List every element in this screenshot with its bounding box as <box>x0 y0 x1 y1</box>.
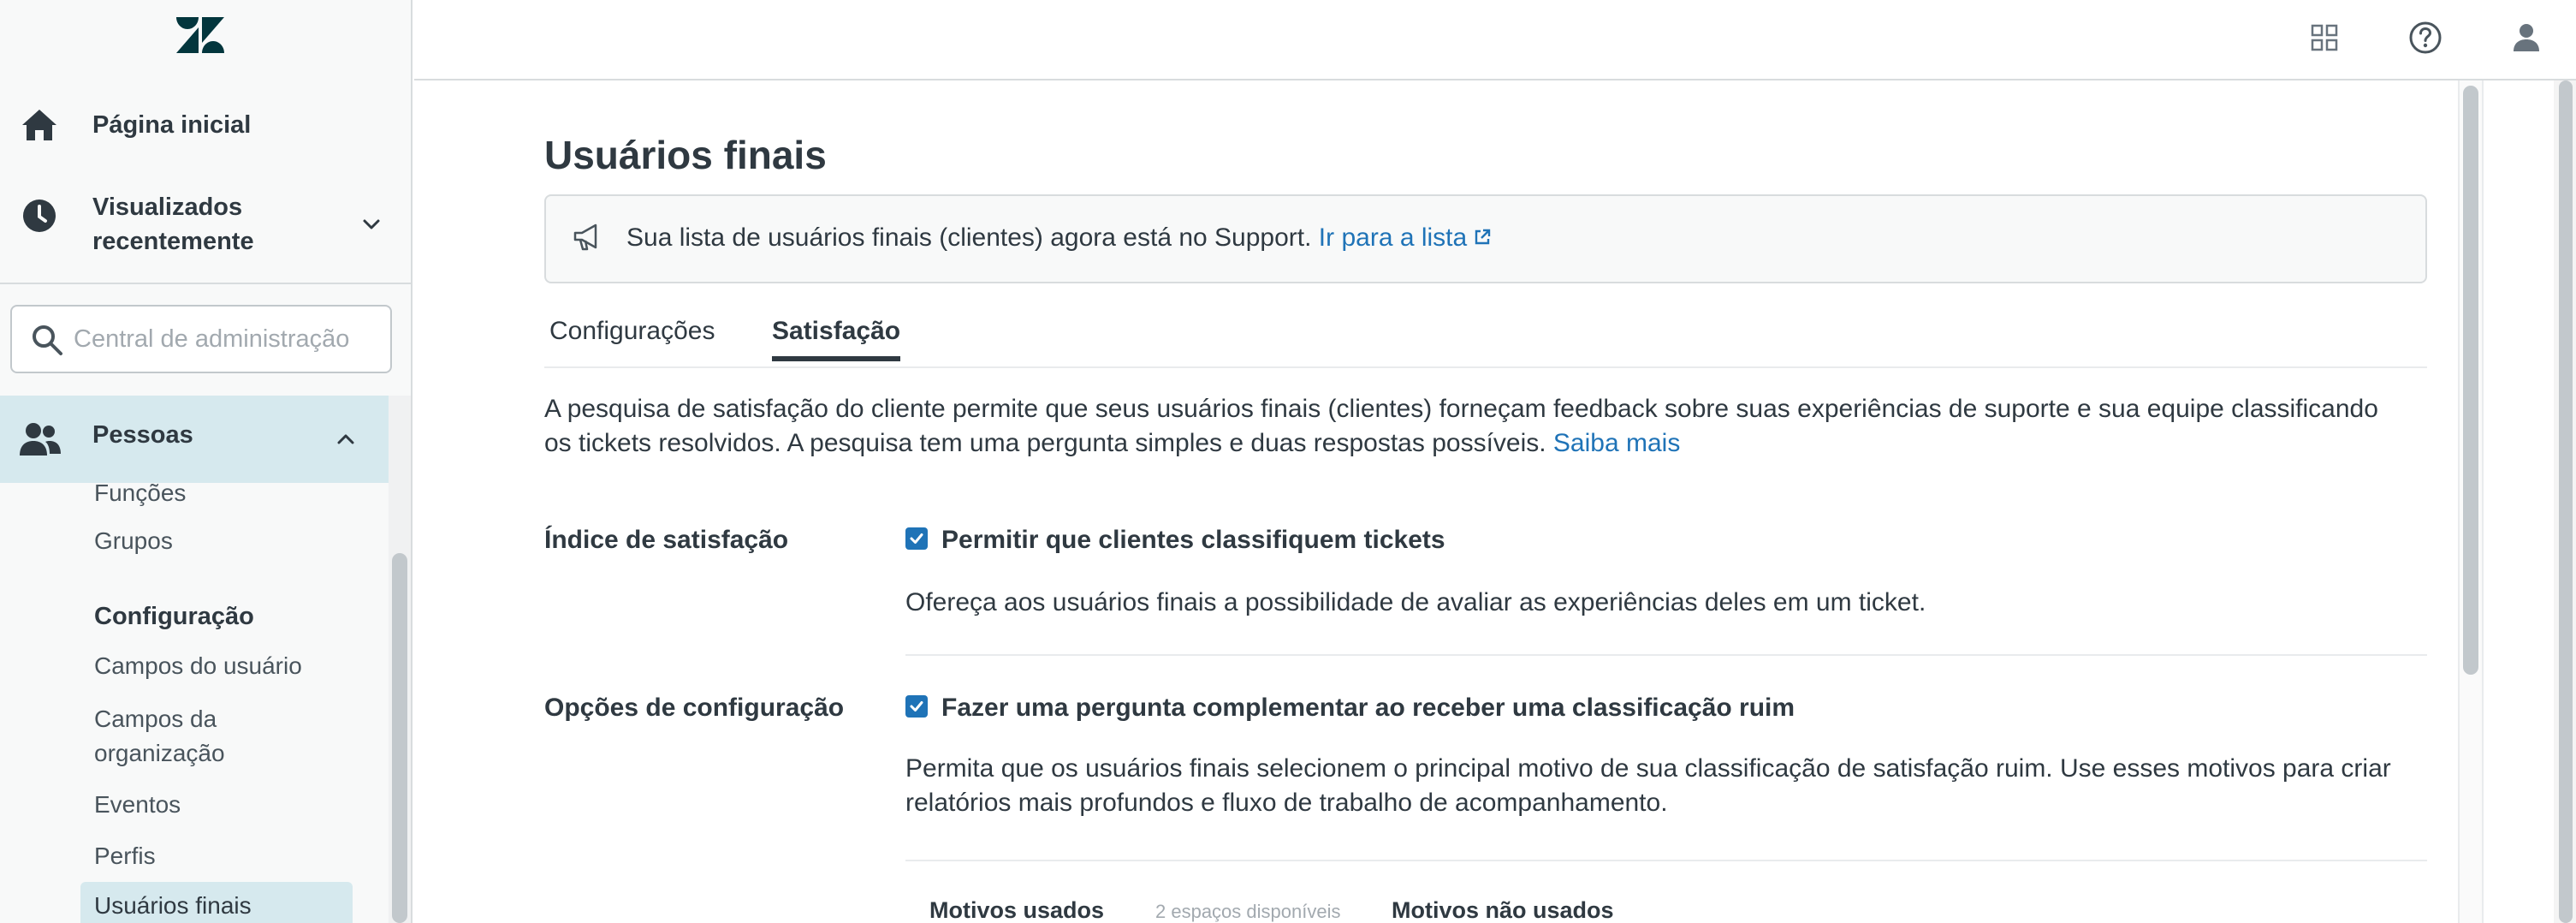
notice-message: Sua lista de usuários finais (clientes) … <box>626 223 1319 252</box>
main-content: Usuários finais Sua lista de usuários fi… <box>414 80 2576 923</box>
sidebar-item-label: Página inicial <box>92 111 252 139</box>
help-icon[interactable] <box>2405 17 2446 58</box>
notice-text: Sua lista de usuários finais (clientes) … <box>626 223 1493 253</box>
sidebar-item-groups[interactable]: Grupos <box>94 524 173 558</box>
section-divider <box>905 654 2427 656</box>
go-to-list-link-label: Ir para a lista <box>1318 223 1468 252</box>
followup-question-description: Permita que os usuários finais selecione… <box>905 754 2391 817</box>
people-icon <box>20 423 61 456</box>
search-input[interactable] <box>74 317 382 361</box>
config-options-label: Opções de configuração <box>544 694 845 722</box>
sidebar-item-label: Visualizados recentemente <box>92 194 254 255</box>
sidebar-item-roles[interactable]: Funções <box>94 483 186 510</box>
admin-search[interactable] <box>10 305 392 373</box>
checkmark-icon <box>910 701 923 712</box>
learn-more-link[interactable]: Saiba mais <box>1553 429 1680 457</box>
app-window: Página inicial Visualizados recentemente <box>0 0 2576 923</box>
sidebar-scrollbar-thumb[interactable] <box>392 553 407 923</box>
grid-icon[interactable] <box>2304 17 2345 58</box>
sidebar-item-profiles[interactable]: Perfis <box>94 839 156 873</box>
user-icon[interactable] <box>2506 17 2547 58</box>
top-header <box>414 0 2576 80</box>
sidebar-divider <box>0 283 411 284</box>
tab-configuracoes[interactable]: Configurações <box>549 317 715 356</box>
search-icon <box>33 325 62 355</box>
sidebar-sublist: Funções Grupos Configuração Campos do us… <box>0 483 389 923</box>
sidebar-item-org-fields[interactable]: Campos da organização <box>94 702 282 771</box>
megaphone-icon <box>573 223 597 251</box>
sidebar-item-user-fields[interactable]: Campos do usuário <box>94 649 302 683</box>
sidebar-item-recent[interactable]: Visualizados recentemente <box>0 188 411 257</box>
allow-rating-checkbox[interactable] <box>905 527 928 550</box>
go-to-list-link[interactable]: Ir para a lista <box>1319 223 1493 252</box>
window-scrollbar-thumb[interactable] <box>2559 80 2573 923</box>
checkmark-icon <box>910 533 923 544</box>
notice-banner: Sua lista de usuários finais (clientes) … <box>544 194 2427 283</box>
external-link-icon <box>1475 229 1491 245</box>
main-scrollbar-thumb[interactable] <box>2463 86 2478 675</box>
followup-question-checkbox[interactable] <box>905 695 928 718</box>
intro-description: A pesquisa de satisfação do cliente perm… <box>544 395 2378 457</box>
home-icon <box>22 110 56 140</box>
allow-rating-checkbox-label[interactable]: Permitir que clientes classifiquem ticke… <box>941 526 1445 555</box>
page-title: Usuários finais <box>544 133 827 177</box>
satisfaction-index-label: Índice de satisfação <box>544 526 789 554</box>
allow-rating-description: Ofereça aos usuários finais a possibilid… <box>905 588 1926 616</box>
slots-available-text: 2 espaços disponíveis <box>1155 901 1341 922</box>
unused-reasons-heading: Motivos não usados <box>1392 897 1614 923</box>
zendesk-logo[interactable] <box>176 15 224 55</box>
tab-list: Configurações Satisfação <box>544 310 2427 368</box>
sidebar: Página inicial Visualizados recentemente <box>0 0 413 923</box>
sidebar-section-label: Pessoas <box>92 421 193 449</box>
clock-icon <box>23 199 56 232</box>
sidebar-config-heading: Configuração <box>94 603 254 630</box>
tab-satisfacao[interactable]: Satisfação <box>772 317 901 361</box>
chevron-up-icon[interactable] <box>332 426 359 453</box>
followup-question-checkbox-label[interactable]: Fazer uma pergunta complementar ao receb… <box>941 694 1795 723</box>
sidebar-item-events[interactable]: Eventos <box>94 788 181 822</box>
sidebar-section-people[interactable]: Pessoas <box>0 396 389 483</box>
section-divider <box>905 860 2427 861</box>
sidebar-item-end-users[interactable]: Usuários finais <box>80 882 353 923</box>
intro-text: A pesquisa de satisfação do cliente perm… <box>544 392 2410 461</box>
used-reasons-heading: Motivos usados <box>929 897 1105 923</box>
sidebar-item-home[interactable]: Página inicial <box>0 101 411 149</box>
chevron-down-icon[interactable] <box>358 211 385 238</box>
